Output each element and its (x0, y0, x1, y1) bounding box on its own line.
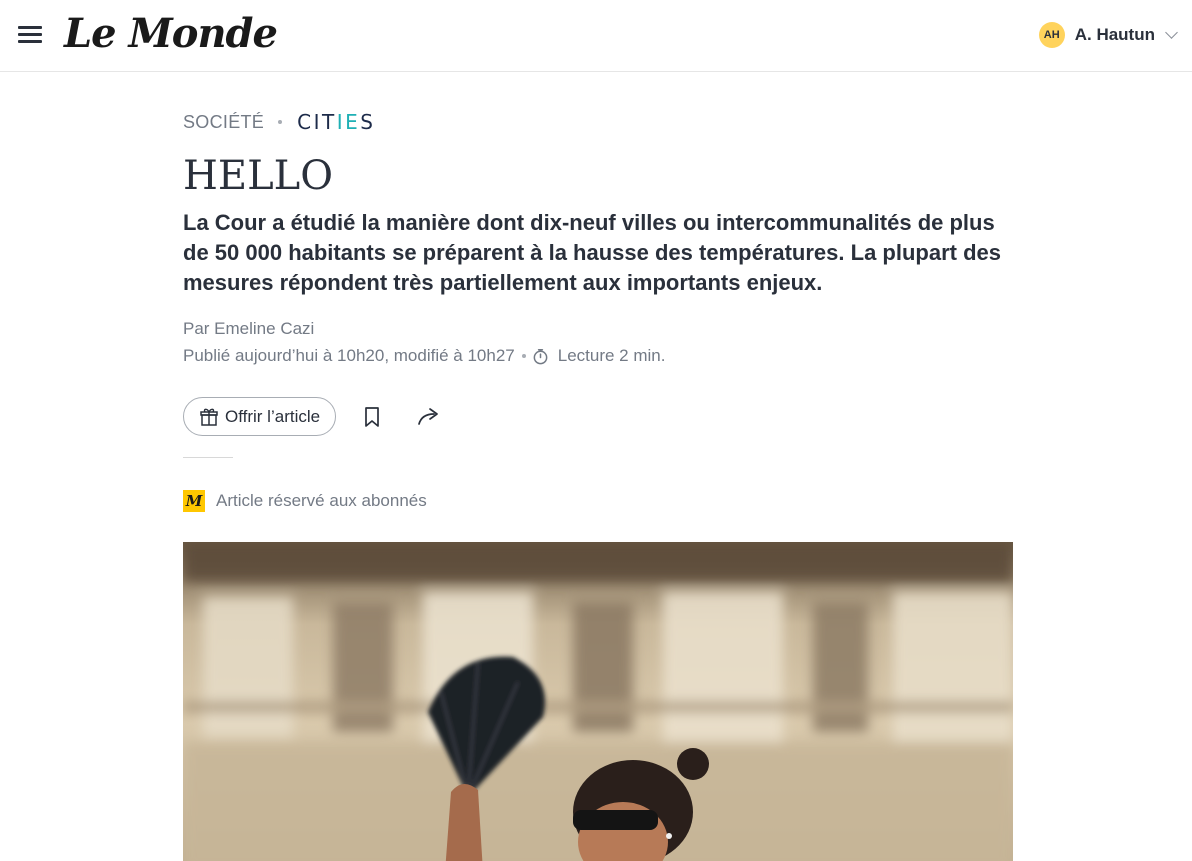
menu-icon[interactable] (18, 24, 42, 44)
kicker: SOCIÉTÉ CITIES (183, 110, 375, 134)
chevron-down-icon (1165, 26, 1178, 39)
section-link[interactable]: SOCIÉTÉ (183, 112, 264, 133)
gift-article-button[interactable]: Offrir l’article (183, 397, 337, 436)
bookmark-icon[interactable] (362, 405, 382, 429)
user-name: A. Hautun (1074, 25, 1155, 44)
kicker-separator (278, 120, 283, 124)
publish-date: Publié aujourd’hui à 10h20, modifié à 10… (183, 346, 515, 365)
article-meta: Publié aujourd’hui à 10h20, modifié à 10… (183, 346, 665, 366)
article-title: HELLO (183, 153, 333, 199)
article-lede: La Cour a étudié la manière dont dix-neu… (183, 210, 1001, 295)
author-byline[interactable]: Par Emeline Cazi (183, 319, 314, 339)
reading-time: Lecture 2 min. (557, 346, 666, 365)
premium-label: Article réservé aux abonnés (216, 491, 427, 510)
timer-icon (533, 348, 548, 364)
avatar: AH (1038, 22, 1065, 48)
divider (183, 457, 233, 458)
top-bar: Le Monde AH A. Hautun (0, 0, 1192, 72)
logo[interactable]: Le Monde (64, 8, 278, 60)
article-actions: Offrir l’article (183, 397, 442, 436)
meta-separator (521, 354, 526, 358)
article-photo[interactable] (183, 542, 1013, 861)
premium-notice: M Article réservé aux abonnés (183, 490, 427, 512)
share-icon[interactable] (416, 405, 442, 429)
cities-logo[interactable]: CITIES (297, 110, 375, 134)
subscriber-badge-icon: M (183, 490, 205, 512)
user-menu[interactable]: AH A. Hautun (1038, 21, 1178, 49)
gift-icon (200, 408, 218, 426)
gift-article-label: Offrir l’article (225, 406, 321, 426)
